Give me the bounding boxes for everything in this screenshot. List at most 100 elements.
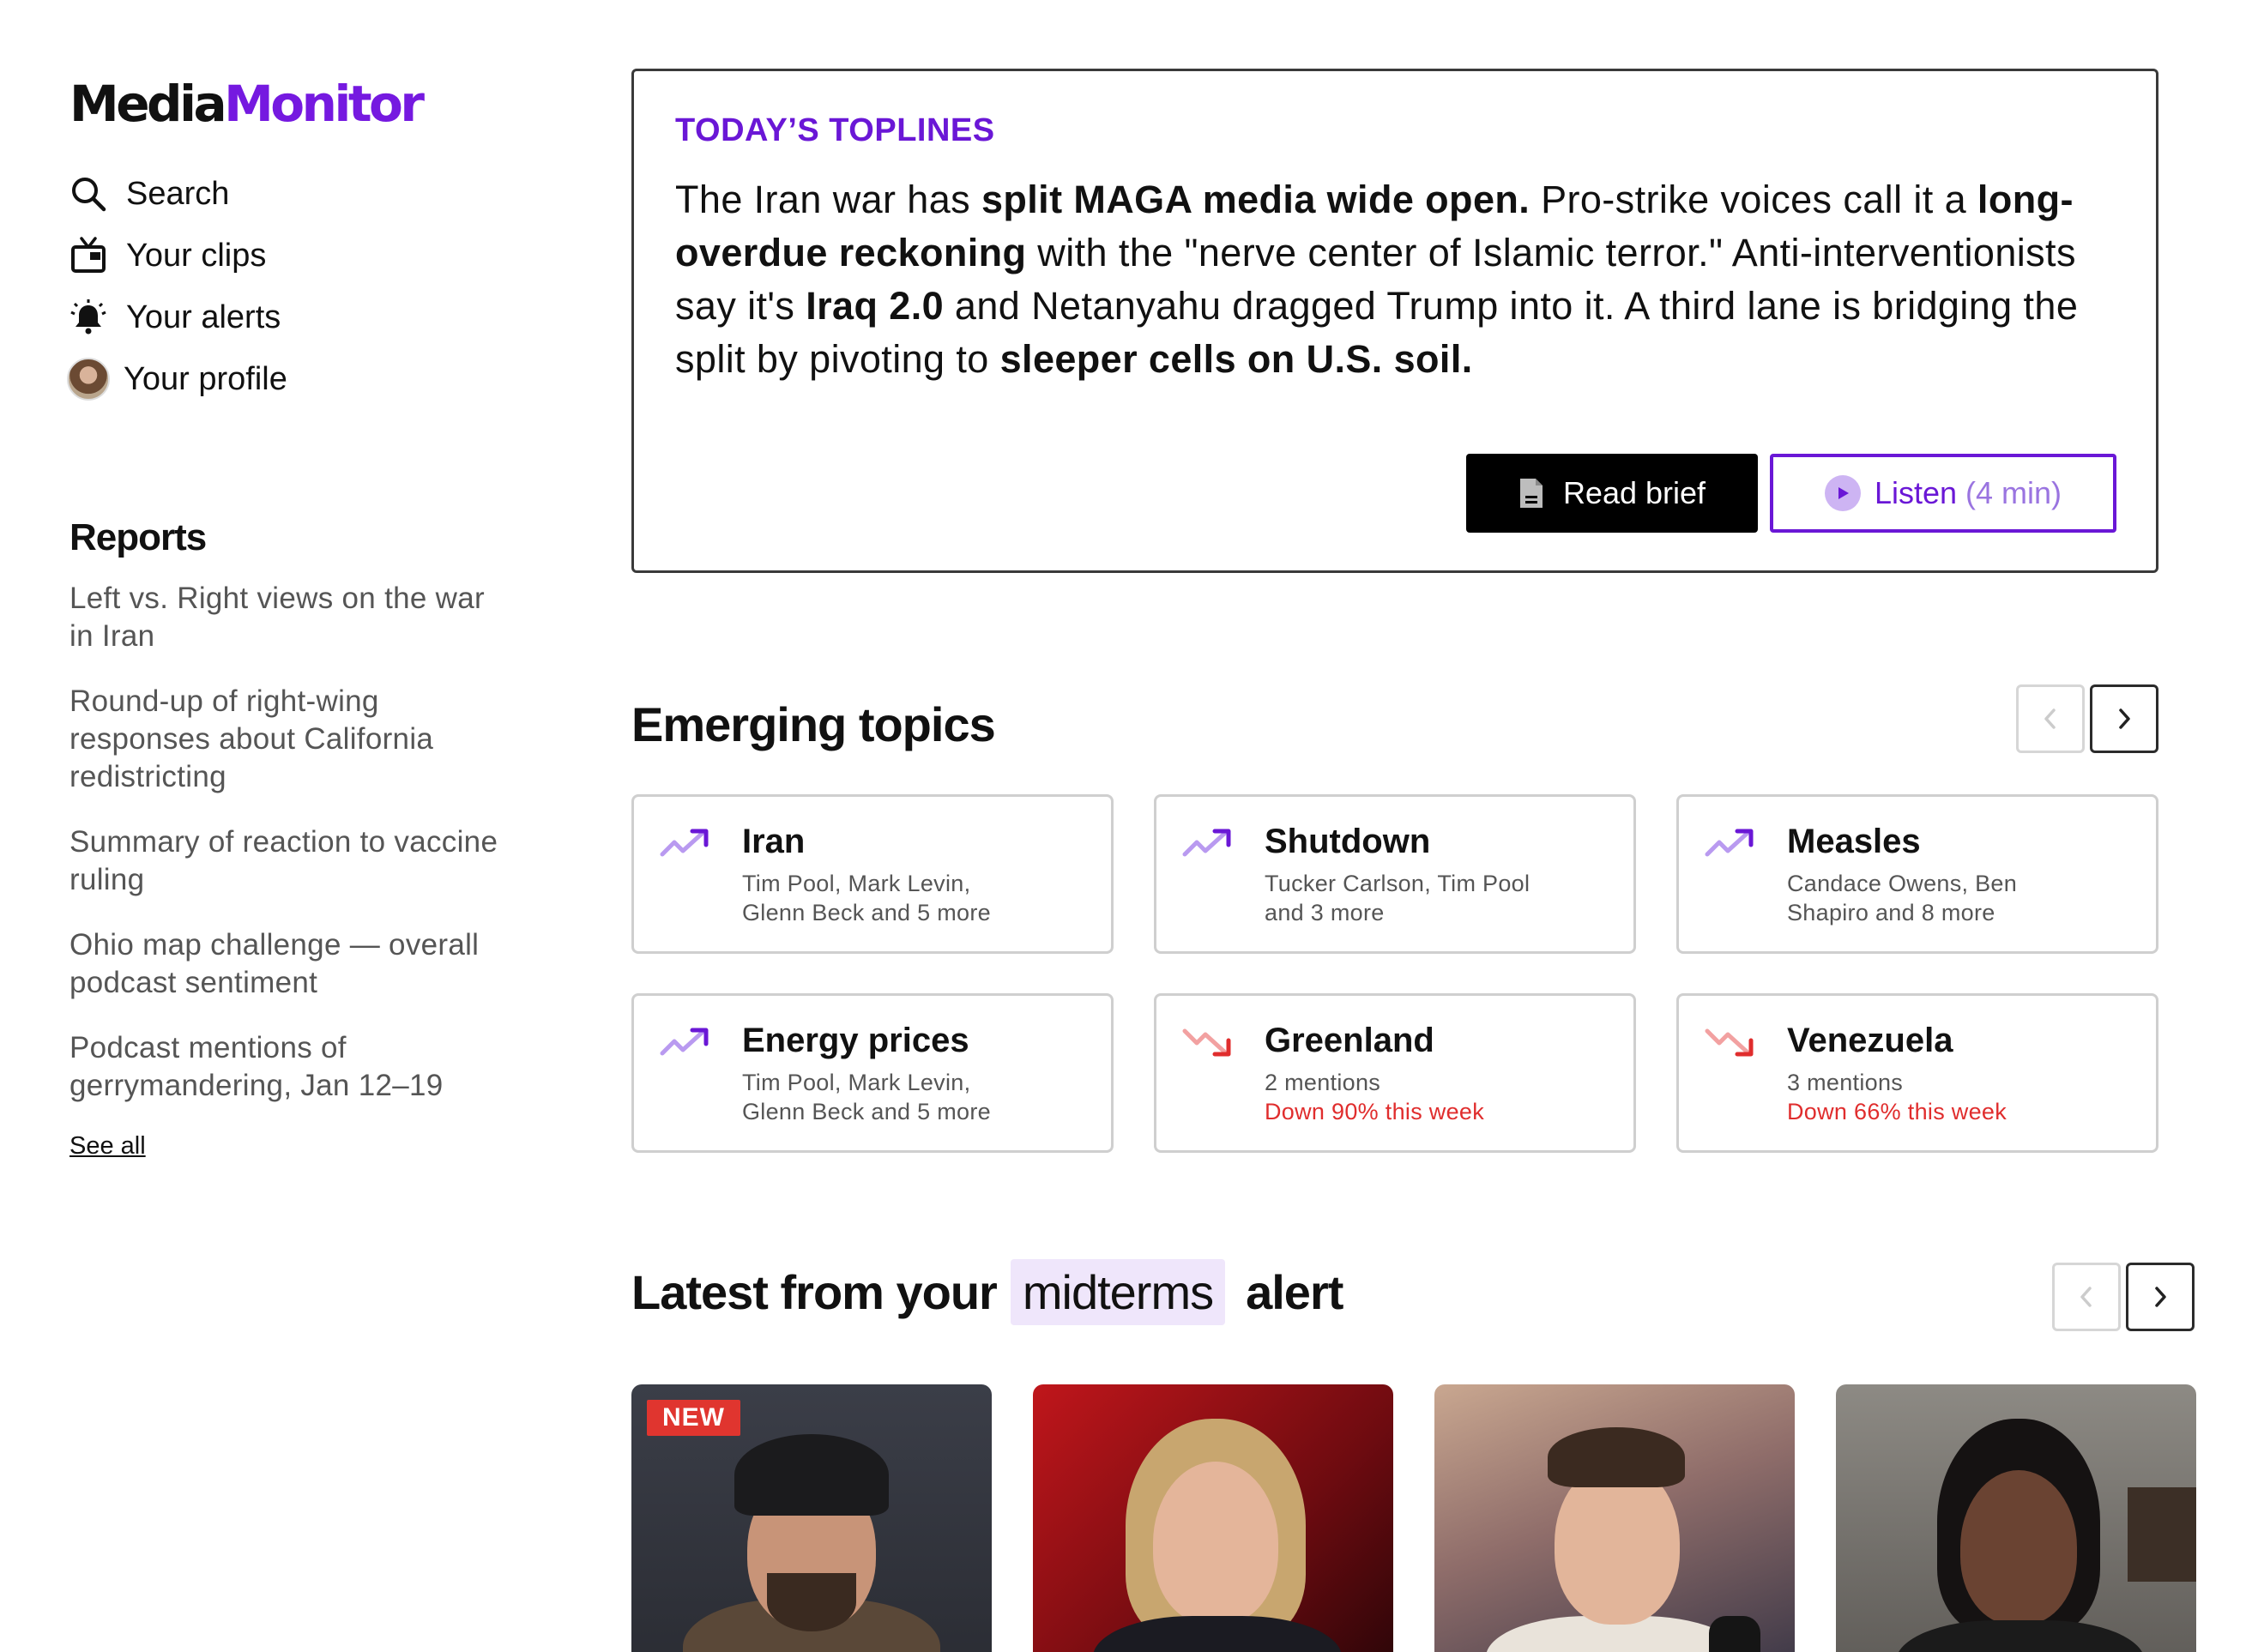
trend-up-icon bbox=[660, 1028, 709, 1056]
topic-details: Tucker Carlson, Tim Pool and 3 more bbox=[1265, 869, 1608, 927]
emerging-topics-title: Emerging topics bbox=[631, 697, 996, 751]
emerging-next-button[interactable] bbox=[2090, 684, 2158, 753]
topic-name: Measles bbox=[1787, 823, 1921, 860]
topic-details: Tim Pool, Mark Levin, Glenn Beck and 5 mo… bbox=[742, 1068, 1085, 1126]
nav-clips-label: Your clips bbox=[126, 237, 267, 274]
report-link[interactable]: Ohio map challenge — overall podcast sen… bbox=[69, 926, 498, 1002]
reports-list: Left vs. Right views on the war in Iran … bbox=[69, 580, 498, 1132]
toplines-highlight: sleeper cells on U.S. soil. bbox=[999, 337, 1473, 381]
page: MediaMonitor Search Your clips Your aler… bbox=[0, 0, 2258, 1652]
search-icon bbox=[69, 175, 107, 213]
video-person bbox=[1153, 1462, 1278, 1625]
topic-details: Tim Pool, Mark Levin, Glenn Beck and 5 mo… bbox=[742, 869, 1085, 927]
topic-details: 3 mentions Down 66% this week bbox=[1787, 1068, 2130, 1126]
listen-label: Listen bbox=[1874, 475, 1958, 510]
nav-clips[interactable]: Your clips bbox=[69, 225, 516, 286]
logo-media: Media bbox=[69, 75, 227, 133]
topic-card[interactable]: Energy prices Tim Pool, Mark Levin, Glenn… bbox=[631, 993, 1114, 1153]
main-nav: Search Your clips Your alerts Your profi… bbox=[67, 163, 516, 410]
report-link[interactable]: Podcast mentions of gerrymandering, Jan … bbox=[69, 1029, 498, 1105]
video-person bbox=[1896, 1620, 2145, 1652]
read-brief-label: Read brief bbox=[1562, 475, 1706, 510]
toplines-label: TODAY’S TOPLINES bbox=[675, 112, 995, 148]
toplines-text: The Iran war has split MAGA media wide o… bbox=[675, 173, 2115, 386]
nav-search-label: Search bbox=[126, 175, 230, 212]
trend-up-icon bbox=[1705, 829, 1754, 857]
nav-profile-label: Your profile bbox=[124, 360, 287, 397]
video-person bbox=[1548, 1427, 1685, 1487]
logo-monitor: Monitor bbox=[224, 75, 425, 133]
video-thumbnail[interactable]: NEW bbox=[631, 1384, 992, 1652]
nav-alerts-label: Your alerts bbox=[126, 298, 281, 335]
topic-sources: Tucker Carlson, Tim Pool bbox=[1265, 871, 1530, 896]
microphone bbox=[1709, 1616, 1760, 1652]
topic-sources-more: Glenn Beck and 5 more bbox=[742, 900, 991, 925]
topic-name: Iran bbox=[742, 823, 806, 860]
avatar bbox=[67, 358, 110, 401]
alert-prev-button[interactable] bbox=[2052, 1263, 2121, 1331]
video-thumbnail[interactable] bbox=[1836, 1384, 2196, 1652]
beard bbox=[767, 1573, 856, 1631]
trend-up-icon bbox=[1182, 829, 1231, 857]
alert-keyword-pill[interactable]: midterms bbox=[1010, 1259, 1226, 1325]
nav-search[interactable]: Search bbox=[69, 163, 516, 225]
logo[interactable]: MediaMonitor bbox=[69, 75, 425, 133]
alert-title: Latest from your midterms alert bbox=[631, 1259, 1343, 1325]
toplines-card: TODAY’S TOPLINES The Iran war has split … bbox=[631, 69, 2158, 573]
topic-sources: Tim Pool, Mark Levin, bbox=[742, 871, 971, 896]
see-all-link[interactable]: See all bbox=[69, 1132, 146, 1161]
nav-alerts[interactable]: Your alerts bbox=[69, 286, 516, 348]
video-thumbnail[interactable] bbox=[1434, 1384, 1795, 1652]
topic-trend-down: Down 66% this week bbox=[1787, 1099, 2007, 1124]
topic-card[interactable]: Measles Candace Owens, Ben Shapiro and 8 … bbox=[1676, 794, 2158, 954]
chevron-left-icon bbox=[2080, 1287, 2092, 1307]
beanie bbox=[734, 1434, 889, 1516]
topic-name: Greenland bbox=[1265, 1022, 1434, 1059]
topic-mentions: 3 mentions bbox=[1787, 1070, 1904, 1095]
topic-details: Candace Owens, Ben Shapiro and 8 more bbox=[1787, 869, 2130, 927]
topic-name: Venezuela bbox=[1787, 1022, 1953, 1059]
listen-button[interactable]: Listen (4 min) bbox=[1770, 454, 2116, 533]
shelf-books bbox=[2128, 1487, 2196, 1582]
new-badge: NEW bbox=[647, 1400, 740, 1436]
nav-profile[interactable]: Your profile bbox=[67, 348, 516, 410]
topic-sources-more: and 3 more bbox=[1265, 900, 1385, 925]
toplines-actions: Read brief Listen (4 min) bbox=[1466, 454, 2116, 533]
video-thumbnail[interactable] bbox=[1033, 1384, 1393, 1652]
toplines-segment: Pro-strike voices call it a bbox=[1530, 178, 1977, 221]
topic-details: 2 mentions Down 90% this week bbox=[1265, 1068, 1608, 1126]
trend-up-icon bbox=[660, 829, 709, 857]
topic-sources-more: Glenn Beck and 5 more bbox=[742, 1099, 991, 1124]
alert-next-button[interactable] bbox=[2126, 1263, 2195, 1331]
topic-mentions: 2 mentions bbox=[1265, 1070, 1381, 1095]
chevron-right-icon bbox=[2155, 1287, 2166, 1307]
play-icon bbox=[1824, 475, 1861, 511]
topic-name: Shutdown bbox=[1265, 823, 1431, 860]
video-person bbox=[1960, 1470, 2077, 1625]
reports-title: Reports bbox=[69, 516, 207, 558]
report-link[interactable]: Round-up of right-wing responses about C… bbox=[69, 683, 498, 796]
topic-sources: Candace Owens, Ben bbox=[1787, 871, 2018, 896]
topic-sources: Tim Pool, Mark Levin, bbox=[742, 1070, 971, 1095]
topic-card[interactable]: Iran Tim Pool, Mark Levin, Glenn Beck and… bbox=[631, 794, 1114, 954]
trend-down-icon bbox=[1182, 1028, 1231, 1057]
topic-trend-down: Down 90% this week bbox=[1265, 1099, 1485, 1124]
alert-title-prefix: Latest from your bbox=[631, 1265, 998, 1319]
video-person bbox=[1093, 1616, 1342, 1652]
listen-duration: (4 min) bbox=[1965, 475, 2062, 510]
chevron-right-icon bbox=[2119, 708, 2130, 729]
topic-card[interactable]: Venezuela 3 mentions Down 66% this week bbox=[1676, 993, 2158, 1153]
topic-name: Energy prices bbox=[742, 1022, 969, 1059]
topic-card[interactable]: Greenland 2 mentions Down 90% this week bbox=[1154, 993, 1636, 1153]
topic-sources-more: Shapiro and 8 more bbox=[1787, 900, 1995, 925]
read-brief-button[interactable]: Read brief bbox=[1466, 454, 1758, 533]
toplines-highlight: split MAGA media wide open. bbox=[981, 178, 1530, 221]
emerging-prev-button[interactable] bbox=[2016, 684, 2085, 753]
report-link[interactable]: Summary of reaction to vaccine ruling bbox=[69, 823, 498, 899]
toplines-highlight: Iraq 2.0 bbox=[806, 284, 945, 328]
report-link[interactable]: Left vs. Right views on the war in Iran bbox=[69, 580, 498, 655]
trend-down-icon bbox=[1705, 1028, 1754, 1057]
tv-icon bbox=[69, 237, 107, 274]
topic-card[interactable]: Shutdown Tucker Carlson, Tim Pool and 3 m… bbox=[1154, 794, 1636, 954]
alert-title-suffix: alert bbox=[1246, 1265, 1343, 1319]
